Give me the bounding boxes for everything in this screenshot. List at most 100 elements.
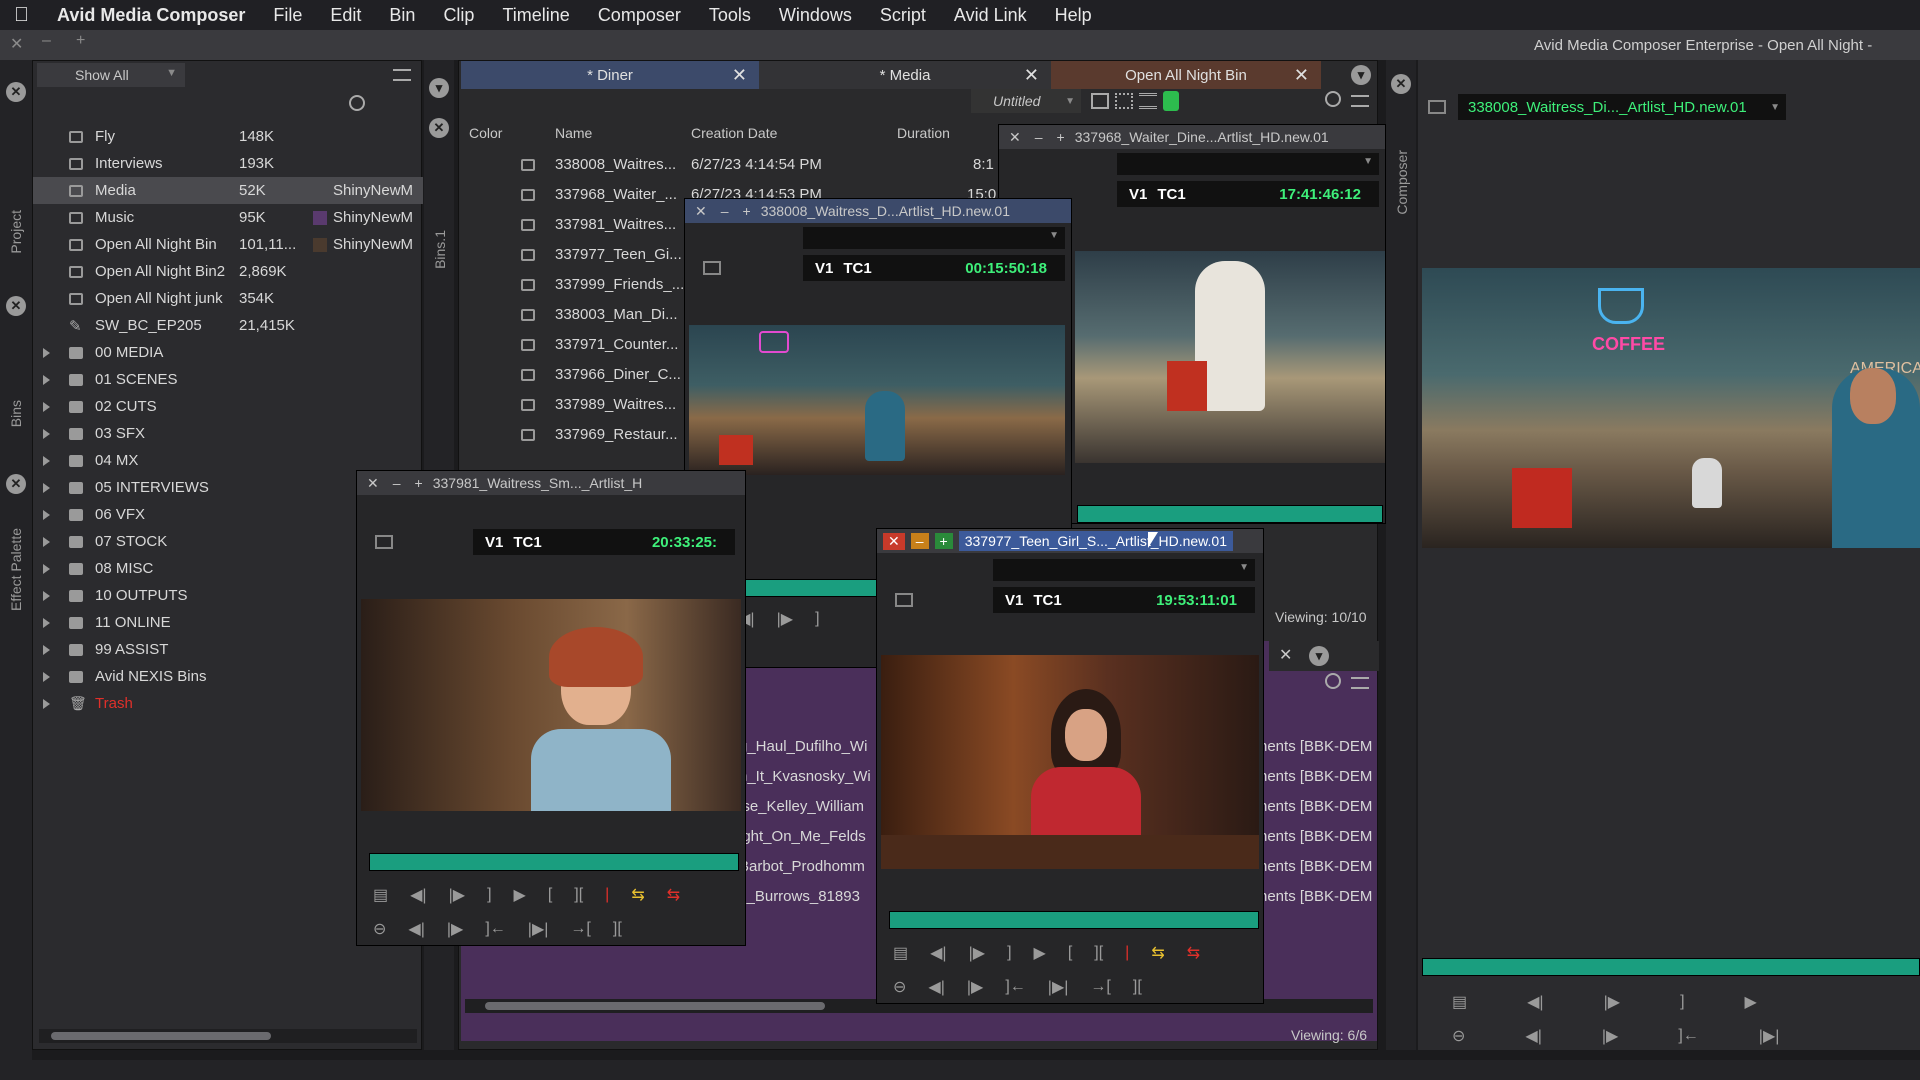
search-icon[interactable] xyxy=(1325,91,1341,107)
close-icon[interactable]: ✕ xyxy=(429,118,449,138)
folder-row[interactable]: 01 SCENES xyxy=(33,366,423,393)
go-to-out-icon[interactable]: ]← xyxy=(485,920,505,938)
disclosure-triangle-icon[interactable] xyxy=(43,698,50,709)
close-icon[interactable]: ✕ xyxy=(1279,645,1292,665)
bin-filter-dropdown[interactable]: Show All ▼ xyxy=(37,63,185,87)
monitor-info-dropdown[interactable]: ▼ xyxy=(1117,153,1379,175)
close-icon[interactable]: ✕ xyxy=(6,296,26,316)
minimize-icon[interactable]: – xyxy=(721,203,729,219)
menu-icon[interactable]: ▤ xyxy=(1452,992,1467,1012)
minimize-icon[interactable]: – xyxy=(393,475,401,491)
menu-file[interactable]: File xyxy=(259,5,316,26)
project-scrollbar[interactable] xyxy=(39,1029,417,1043)
tab-effect-palette[interactable]: Effect Palette xyxy=(8,528,24,611)
column-name[interactable]: Name xyxy=(555,125,592,141)
add-icon[interactable]: + xyxy=(1057,129,1065,145)
tab-bins-1[interactable]: Bins.1 xyxy=(432,230,448,269)
splice-in-icon[interactable]: ⇆ xyxy=(1151,943,1164,963)
rewind-icon[interactable]: ◀| xyxy=(1525,1026,1541,1046)
bin-tab-open-all-night[interactable]: Open All Night Bin ✕ xyxy=(1051,61,1321,89)
disclosure-triangle-icon[interactable] xyxy=(43,509,50,520)
menu-icon[interactable]: ▤ xyxy=(893,943,908,963)
disclosure-triangle-icon[interactable] xyxy=(43,347,50,358)
close-icon[interactable]: ✕ xyxy=(367,475,379,492)
position-bar[interactable] xyxy=(369,853,739,871)
monitor-menu-icon[interactable] xyxy=(1428,100,1446,114)
monitor-title-bar[interactable]: ✕ – + 337968_Waiter_Dine...Artlist_HD.ne… xyxy=(999,125,1385,149)
mark-out-icon[interactable]: ] xyxy=(1007,944,1011,962)
search-icon[interactable] xyxy=(349,95,365,111)
close-icon[interactable]: ✕ xyxy=(6,82,26,102)
bin-row[interactable]: Open All Night Bin2 2,869K xyxy=(33,258,423,285)
menu-windows[interactable]: Windows xyxy=(765,5,866,26)
disclosure-triangle-icon[interactable] xyxy=(43,617,50,628)
tab-composer[interactable]: Composer xyxy=(1394,150,1410,215)
bin-row-selected[interactable]: Media 52K ShinyNewM xyxy=(33,177,423,204)
disclosure-triangle-icon[interactable] xyxy=(43,374,50,385)
source-monitor-waitress-sm[interactable]: ✕ – + 337981_Waitress_Sm..._Artlist_H V1… xyxy=(356,470,746,946)
close-icon[interactable]: ✕ xyxy=(6,474,26,494)
monitor-menu-icon[interactable] xyxy=(375,535,393,549)
bin-row[interactable]: Open All Night Bin 101,11... ShinyNewM xyxy=(33,231,423,258)
source-monitor-teen-girl[interactable]: ✕ – + 337977_Teen_Girl_S..._Artlist_HD.n… xyxy=(876,528,1264,1004)
step-forward-icon[interactable]: |▶ xyxy=(969,943,985,963)
menu-bin[interactable]: Bin xyxy=(375,5,429,26)
bin-tab-media[interactable]: * Media ✕ xyxy=(759,61,1051,89)
column-creation-date[interactable]: Creation Date xyxy=(691,125,777,141)
step-forward-icon[interactable]: |▶ xyxy=(449,885,465,905)
scroll-thumb[interactable] xyxy=(485,1002,825,1010)
list-view-icon[interactable] xyxy=(1139,93,1157,109)
chevron-icon[interactable]: ▾ xyxy=(429,78,449,98)
disclosure-triangle-icon[interactable] xyxy=(43,590,50,601)
menu-timeline[interactable]: Timeline xyxy=(488,5,583,26)
close-icon[interactable]: ✕ xyxy=(1009,129,1021,146)
close-icon[interactable]: ✕ xyxy=(695,203,707,220)
disclosure-triangle-icon[interactable] xyxy=(43,455,50,466)
bin-row[interactable]: Music 95K ShinyNewM xyxy=(33,204,423,231)
bin-menu-icon[interactable] xyxy=(1351,677,1369,689)
add-icon[interactable]: + xyxy=(415,475,423,491)
zoom-window-icon[interactable]: + xyxy=(76,32,85,50)
clear-marks-icon[interactable]: ][ xyxy=(574,886,583,904)
menu-composer[interactable]: Composer xyxy=(584,5,695,26)
fast-forward-icon[interactable]: |▶ xyxy=(1602,1026,1618,1046)
menu-tools[interactable]: Tools xyxy=(695,5,765,26)
play-icon[interactable]: ▶ xyxy=(1745,992,1757,1012)
mark-out-icon[interactable]: ] xyxy=(487,886,491,904)
go-to-end-icon[interactable]: |▶| xyxy=(1048,977,1069,997)
rewind-icon[interactable]: ◀| xyxy=(408,919,424,939)
minimize-window-icon[interactable]: – xyxy=(42,32,51,50)
overwrite-icon[interactable]: ⇆ xyxy=(1187,943,1200,963)
disclosure-triangle-icon[interactable] xyxy=(43,644,50,655)
menu-icon[interactable]: ▤ xyxy=(373,885,388,905)
disclosure-triangle-icon[interactable] xyxy=(43,482,50,493)
scroll-thumb[interactable] xyxy=(51,1032,271,1040)
tab-project[interactable]: Project xyxy=(8,210,24,254)
link-icon[interactable]: ⊖ xyxy=(373,919,386,939)
timecode-display[interactable]: V1 TC1 20:33:25: xyxy=(473,529,735,555)
overwrite-icon[interactable]: ⇆ xyxy=(667,885,680,905)
app-menu[interactable]: Avid Media Composer xyxy=(43,5,259,26)
position-bar[interactable] xyxy=(889,911,1259,929)
monitor-menu-icon[interactable] xyxy=(703,261,721,275)
disclosure-triangle-icon[interactable] xyxy=(43,401,50,412)
step-back-icon[interactable]: ◀| xyxy=(1527,992,1543,1012)
script-view-icon[interactable] xyxy=(1115,93,1133,109)
step-forward-icon[interactable]: |▶ xyxy=(1604,992,1620,1012)
splice-in-icon[interactable]: ⇆ xyxy=(631,885,644,905)
bin-row[interactable]: ✎ SW_BC_EP205 21,415K xyxy=(33,312,423,339)
close-tab-icon[interactable]: ✕ xyxy=(732,65,747,86)
folder-row[interactable]: 02 CUTS xyxy=(33,393,423,420)
composer-clip-name[interactable]: 338008_Waitress_Di..._Artlist_HD.new.01 … xyxy=(1458,94,1786,120)
trim-icon[interactable]: ][ xyxy=(1133,978,1142,996)
monitor-info-dropdown[interactable]: ▼ xyxy=(803,227,1065,249)
link-icon[interactable]: ⊖ xyxy=(893,977,906,997)
apple-icon[interactable]:  xyxy=(0,4,43,27)
mark-in-icon[interactable]: [ xyxy=(1068,944,1072,962)
clip-row[interactable]: 338008_Waitres... 6/27/23 4:14:54 PM 8:1 xyxy=(459,151,994,178)
bin-row[interactable]: Open All Night junk 354K xyxy=(33,285,423,312)
menu-clip[interactable]: Clip xyxy=(429,5,488,26)
add-marker-icon[interactable]: | xyxy=(1125,944,1129,962)
bin-row[interactable]: Fly 148K xyxy=(33,123,423,150)
disclosure-triangle-icon[interactable] xyxy=(43,536,50,547)
